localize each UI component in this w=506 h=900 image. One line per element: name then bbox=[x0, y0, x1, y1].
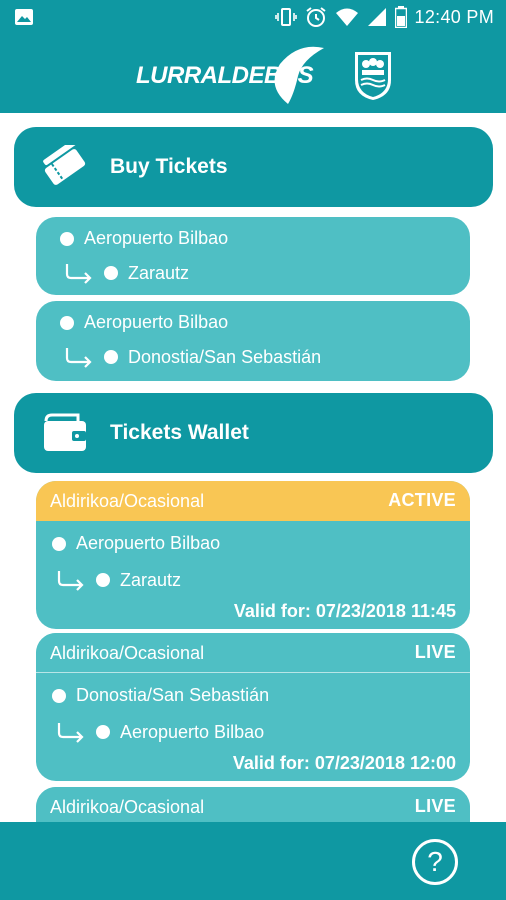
wallet-icon bbox=[44, 413, 86, 451]
destination-label: Aeropuerto Bilbao bbox=[120, 721, 265, 742]
lurraldebus-logo: LURRALDEBUS bbox=[136, 44, 326, 106]
turn-arrow-icon bbox=[57, 723, 84, 743]
ticket-header: Aldirikoa/Ocasional LIVE bbox=[36, 633, 470, 673]
route-origin: Aeropuerto Bilbao bbox=[52, 533, 220, 554]
app-header: LURRALDEBUS bbox=[0, 36, 506, 113]
image-icon bbox=[15, 9, 33, 25]
help-button[interactable]: ? bbox=[412, 839, 458, 885]
route-origin: Aeropuerto Bilbao bbox=[60, 312, 228, 333]
destination-dot-icon bbox=[104, 266, 118, 280]
wifi-icon bbox=[335, 8, 358, 26]
turn-arrow-icon bbox=[57, 571, 84, 591]
coat-of-arms-icon bbox=[355, 52, 391, 100]
buy-tickets-button[interactable]: Buy Tickets bbox=[14, 127, 493, 207]
main-content[interactable]: Buy Tickets Aeropuerto Bilbao Zarautz Ae… bbox=[0, 113, 506, 822]
destination-label: Zarautz bbox=[128, 262, 190, 283]
ticket-header: Aldirikoa/Ocasional ACTIVE bbox=[36, 481, 470, 521]
turn-arrow-icon bbox=[65, 348, 92, 368]
ticket-type: Aldirikoa/Ocasional bbox=[50, 491, 205, 511]
destination-dot-icon bbox=[96, 725, 110, 739]
buy-tickets-label: Buy Tickets bbox=[110, 155, 228, 178]
status-badge: LIVE bbox=[414, 642, 456, 662]
status-bar: 12:40 PM bbox=[0, 0, 506, 36]
route-destination: Aeropuerto Bilbao bbox=[56, 721, 264, 743]
route-origin: Donostia/San Sebastián bbox=[52, 685, 269, 706]
wallet-ticket[interactable]: Aldirikoa/Ocasional LIVE bbox=[36, 787, 470, 822]
route-card[interactable]: Aeropuerto Bilbao Zarautz bbox=[36, 217, 470, 295]
origin-dot-icon bbox=[52, 688, 66, 703]
origin-dot-icon bbox=[60, 231, 74, 246]
bottom-bar: ? bbox=[0, 822, 506, 900]
origin-label: Donostia/San Sebastián bbox=[76, 685, 270, 705]
destination-label: Zarautz bbox=[120, 569, 182, 590]
destination-dot-icon bbox=[104, 350, 118, 364]
destination-label: Donostia/San Sebastián bbox=[128, 346, 322, 367]
origin-label: Aeropuerto Bilbao bbox=[84, 228, 229, 248]
battery-icon bbox=[394, 6, 407, 28]
status-badge: ACTIVE bbox=[388, 490, 456, 510]
origin-label: Aeropuerto Bilbao bbox=[76, 533, 221, 553]
valid-until: Valid for: 07/23/2018 11:45 bbox=[233, 601, 456, 621]
route-destination: Zarautz bbox=[56, 569, 181, 591]
origin-dot-icon bbox=[52, 536, 66, 551]
turn-arrow-icon bbox=[65, 264, 92, 284]
route-destination: Zarautz bbox=[64, 262, 189, 284]
ticket-type: Aldirikoa/Ocasional bbox=[50, 797, 205, 817]
route-origin: Aeropuerto Bilbao bbox=[60, 228, 228, 249]
origin-dot-icon bbox=[60, 315, 74, 330]
signal-icon bbox=[367, 8, 386, 26]
ticket-header: Aldirikoa/Ocasional LIVE bbox=[36, 787, 470, 822]
tickets-wallet-label: Tickets Wallet bbox=[110, 421, 249, 444]
ticket-type: Aldirikoa/Ocasional bbox=[50, 643, 205, 663]
destination-dot-icon bbox=[96, 573, 110, 587]
logo-text: LURRALDEBUS bbox=[136, 62, 314, 89]
vibrate-icon bbox=[274, 8, 297, 26]
tickets-wallet-button[interactable]: Tickets Wallet bbox=[14, 393, 493, 473]
origin-label: Aeropuerto Bilbao bbox=[84, 312, 229, 332]
valid-until: Valid for: 07/23/2018 12:00 bbox=[232, 753, 456, 773]
alarm-icon bbox=[305, 7, 326, 27]
wallet-ticket[interactable]: Aldirikoa/Ocasional LIVE Donostia/San Se… bbox=[36, 633, 470, 781]
tickets-icon bbox=[43, 145, 86, 185]
wallet-ticket[interactable]: Aldirikoa/Ocasional ACTIVE Aeropuerto Bi… bbox=[36, 481, 470, 629]
route-destination: Donostia/San Sebastián bbox=[64, 346, 321, 368]
status-badge: LIVE bbox=[414, 796, 456, 816]
status-time: 12:40 PM bbox=[414, 6, 494, 27]
route-card[interactable]: Aeropuerto Bilbao Donostia/San Sebastián bbox=[36, 301, 470, 381]
